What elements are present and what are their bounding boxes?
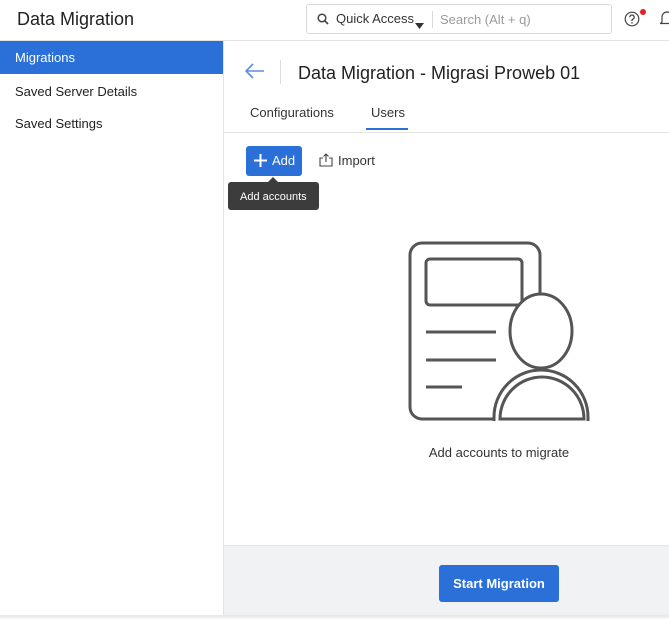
app-title: Data Migration [17, 9, 135, 29]
help-icon[interactable] [624, 11, 642, 29]
tab-bar: Configurations Users [224, 99, 669, 133]
add-button[interactable]: Add [246, 146, 302, 176]
divider [432, 11, 433, 28]
plus-icon [254, 154, 267, 170]
empty-accounts-illustration [408, 241, 592, 430]
back-arrow-icon[interactable] [244, 63, 265, 84]
import-button-label: Import [338, 153, 375, 168]
start-migration-button[interactable]: Start Migration [439, 565, 559, 602]
add-tooltip: Add accounts [228, 182, 319, 210]
sidebar: Migrations Saved Server Details Saved Se… [0, 41, 224, 619]
notification-dot [640, 9, 646, 15]
sidebar-item-migrations[interactable]: Migrations [0, 41, 223, 74]
page-title: Data Migration - Migrasi Proweb 01 [298, 63, 581, 83]
tab-users[interactable]: Users [366, 105, 408, 130]
quick-access-dropdown[interactable]: Quick Access [336, 11, 414, 26]
top-bar: Data Migration Quick Access [0, 0, 669, 41]
search-box: Quick Access [306, 4, 612, 34]
bottom-edge [0, 615, 669, 619]
main-panel: Data Migration - Migrasi Proweb 01 Confi… [224, 41, 669, 619]
empty-state-text: Add accounts to migrate [428, 445, 570, 460]
search-icon [317, 12, 329, 30]
caret-down-icon[interactable] [415, 16, 424, 34]
bell-icon[interactable] [659, 10, 669, 31]
tab-configurations[interactable]: Configurations [250, 105, 334, 130]
divider [280, 60, 281, 84]
search-input[interactable] [440, 9, 605, 30]
import-icon [319, 153, 333, 170]
sidebar-item-saved-server-details[interactable]: Saved Server Details [0, 75, 223, 108]
footer-bar: Start Migration [224, 545, 669, 619]
sidebar-item-saved-settings[interactable]: Saved Settings [0, 107, 223, 140]
add-button-label: Add [272, 153, 296, 168]
